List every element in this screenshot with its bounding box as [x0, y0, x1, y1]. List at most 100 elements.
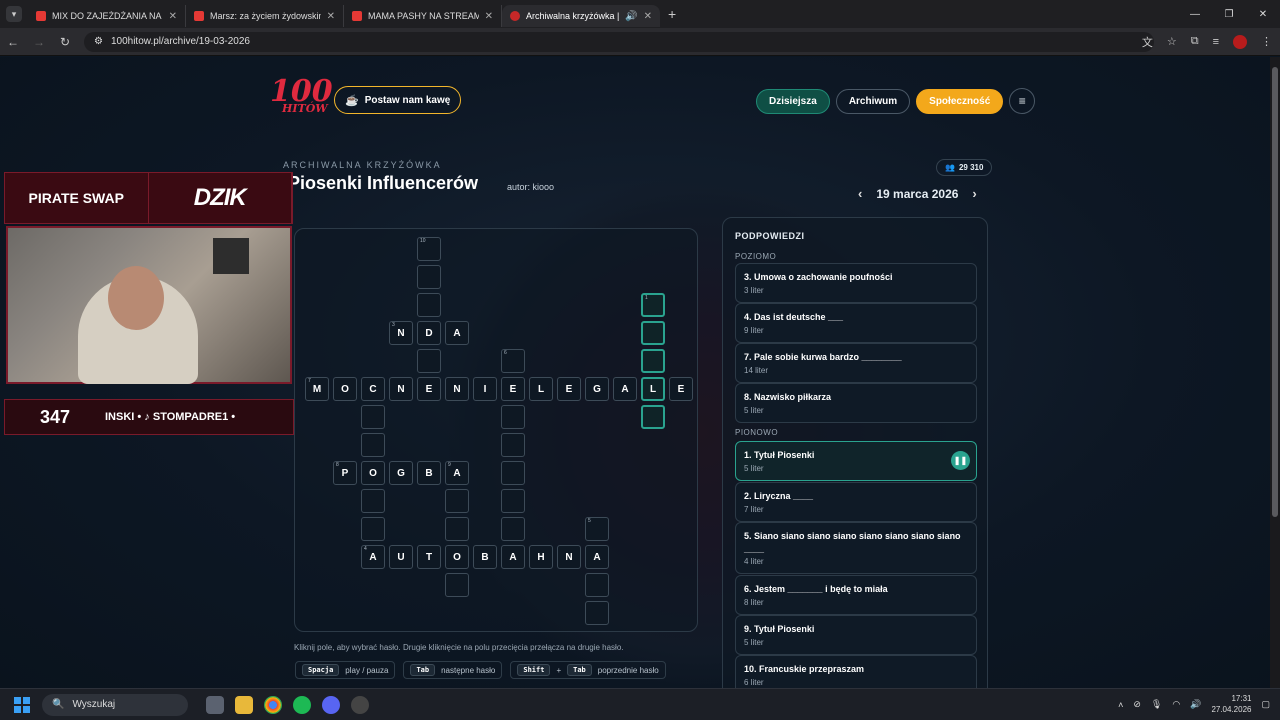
crossword-cell[interactable]: U	[389, 545, 413, 569]
crossword-cell[interactable]: O	[361, 461, 385, 485]
crossword-cell[interactable]: 9A	[445, 461, 469, 485]
browser-tab[interactable]: Marsz: za życiem żydowskim i p ✕	[186, 5, 344, 27]
nav-community-button[interactable]: Społeczność	[916, 88, 1004, 114]
clue-item-active[interactable]: 1. Tytuł Piosenki 5 liter ❚❚	[735, 441, 977, 481]
crossword-cell[interactable]	[641, 349, 665, 373]
crossword-cell[interactable]	[417, 349, 441, 373]
pause-icon[interactable]: ❚❚	[951, 451, 970, 470]
clue-item[interactable]: 8. Nazwisko piłkarza 5 liter	[735, 383, 977, 423]
crossword-cell[interactable]: 7M	[305, 377, 329, 401]
coffee-button[interactable]: ☕ Postaw nam kawę	[334, 86, 462, 114]
browser-tab[interactable]: MIX DO ZAJEŻDŻANIA NA KUR ✕	[28, 5, 186, 27]
crossword-cell[interactable]: B	[417, 461, 441, 485]
tray-expand-icon[interactable]: ˄	[1118, 700, 1123, 710]
crossword-cell[interactable]	[585, 573, 609, 597]
close-tab-icon[interactable]: ✕	[169, 11, 177, 22]
restore-icon[interactable]: ❐	[1212, 0, 1246, 28]
crossword-cell[interactable]	[361, 489, 385, 513]
microphone-icon[interactable]: 🎙	[1151, 699, 1162, 710]
crossword-cell[interactable]	[501, 461, 525, 485]
crossword-cell[interactable]: 1	[641, 293, 665, 317]
site-logo[interactable]: 100 HITÓW	[270, 77, 333, 115]
crossword-cell[interactable]: A	[501, 545, 525, 569]
wifi-icon[interactable]: ◠	[1172, 699, 1180, 710]
crossword-cell[interactable]: 10	[417, 237, 441, 261]
crossword-cell[interactable]	[361, 433, 385, 457]
crossword-cell[interactable]	[417, 265, 441, 289]
notifications-icon[interactable]: ▢	[1261, 699, 1270, 710]
crossword-cell[interactable]: A	[613, 377, 637, 401]
app-icon[interactable]	[351, 695, 369, 714]
close-tab-icon[interactable]: ✕	[327, 11, 335, 22]
network-icon[interactable]: ⊘	[1133, 699, 1141, 710]
extensions-icon[interactable]: ⧉	[1191, 35, 1199, 48]
crossword-cell[interactable]	[445, 489, 469, 513]
crossword-cell[interactable]: 8P	[333, 461, 357, 485]
nav-today-button[interactable]: Dzisiejsza	[756, 88, 830, 114]
crossword-cell[interactable]: G	[389, 461, 413, 485]
file-explorer-icon[interactable]	[235, 695, 253, 714]
task-view-icon[interactable]	[206, 695, 224, 714]
close-tab-icon[interactable]: ✕	[644, 11, 652, 22]
prev-date-icon[interactable]: ‹	[858, 186, 862, 201]
hamburger-menu-icon[interactable]: ≡	[1009, 88, 1036, 114]
crossword-cell[interactable]: L	[529, 377, 553, 401]
clue-item[interactable]: 7. Pale sobie kurwa bardzo ________ 14 li…	[735, 343, 977, 383]
url-field[interactable]: ⚙ 100hitow.pl/archive/19-03-2026	[84, 31, 1154, 52]
browser-tab[interactable]: MAMA PASHY NA STREAMIE! 🧔 ✕	[344, 5, 502, 27]
clue-item[interactable]: 9. Tytuł Piosenki 5 liter	[735, 615, 977, 655]
crossword-cell[interactable]: E	[417, 377, 441, 401]
page-scrollbar[interactable]	[1270, 57, 1280, 688]
forward-icon[interactable]: →	[26, 35, 52, 49]
crossword-cell[interactable]	[361, 405, 385, 429]
crossword-cell[interactable]: A	[445, 321, 469, 345]
crossword-cell[interactable]: 3N	[389, 321, 413, 345]
crossword-cell[interactable]: B	[473, 545, 497, 569]
crossword-cell[interactable]	[501, 433, 525, 457]
speaker-icon[interactable]: 🔊	[625, 11, 637, 22]
crossword-cell[interactable]: N	[389, 377, 413, 401]
crossword-cell[interactable]: O	[333, 377, 357, 401]
crossword-cell[interactable]	[501, 517, 525, 541]
browser-menu-icon[interactable]: ⋮	[1261, 35, 1272, 48]
next-date-icon[interactable]: ›	[972, 186, 976, 201]
taskbar-search[interactable]: 🔍 Wyszukaj	[42, 693, 188, 716]
browser-tab-active[interactable]: Archiwalna krzyżówka | 100 🔊 ✕	[502, 5, 660, 27]
clue-item[interactable]: 10. Francuskie przepraszam 6 liter	[735, 655, 977, 688]
reload-icon[interactable]: ↻	[52, 35, 78, 49]
crossword-cell[interactable]	[641, 321, 665, 345]
crossword-cell[interactable]: N	[445, 377, 469, 401]
crossword-cell[interactable]: C	[361, 377, 385, 401]
bookmark-star-icon[interactable]: ☆	[1167, 35, 1177, 48]
crossword-cell[interactable]	[445, 517, 469, 541]
crossword-cell[interactable]: 5	[585, 517, 609, 541]
crossword-cell[interactable]: T	[417, 545, 441, 569]
crossword-cell[interactable]	[501, 405, 525, 429]
crossword-cell[interactable]: E	[557, 377, 581, 401]
profile-avatar[interactable]	[1233, 34, 1247, 49]
clue-item[interactable]: 6. Jestem _______ i będę to miała 8 liter	[735, 575, 977, 615]
spotify-icon[interactable]	[293, 695, 311, 714]
back-icon[interactable]: ←	[0, 35, 26, 49]
crossword-cell[interactable]: N	[557, 545, 581, 569]
clue-item[interactable]: 2. Liryczna ____ 7 liter	[735, 482, 977, 522]
media-control-icon[interactable]: ≡	[1213, 36, 1219, 48]
crossword-cell[interactable]: 6	[501, 349, 525, 373]
crossword-cell[interactable]	[501, 489, 525, 513]
crossword-cell[interactable]: 4A	[361, 545, 385, 569]
crossword-cell[interactable]	[445, 573, 469, 597]
new-tab-icon[interactable]: +	[668, 6, 676, 22]
crossword-cell[interactable]: D	[417, 321, 441, 345]
windows-start-icon[interactable]	[14, 696, 30, 713]
crossword-cell[interactable]: O	[445, 545, 469, 569]
close-tab-icon[interactable]: ✕	[485, 11, 493, 22]
site-info-icon[interactable]: ⚙	[94, 36, 103, 47]
minimize-icon[interactable]: —	[1178, 0, 1212, 28]
crossword-cell[interactable]	[417, 293, 441, 317]
clue-item[interactable]: 5. Siano siano siano siano siano siano s…	[735, 522, 977, 575]
crossword-cell[interactable]	[585, 601, 609, 625]
crossword-cell[interactable]: E	[501, 377, 525, 401]
nav-archive-button[interactable]: Archiwum	[835, 88, 911, 114]
crossword-cell[interactable]	[641, 405, 665, 429]
crossword-cell[interactable]: E	[669, 377, 693, 401]
